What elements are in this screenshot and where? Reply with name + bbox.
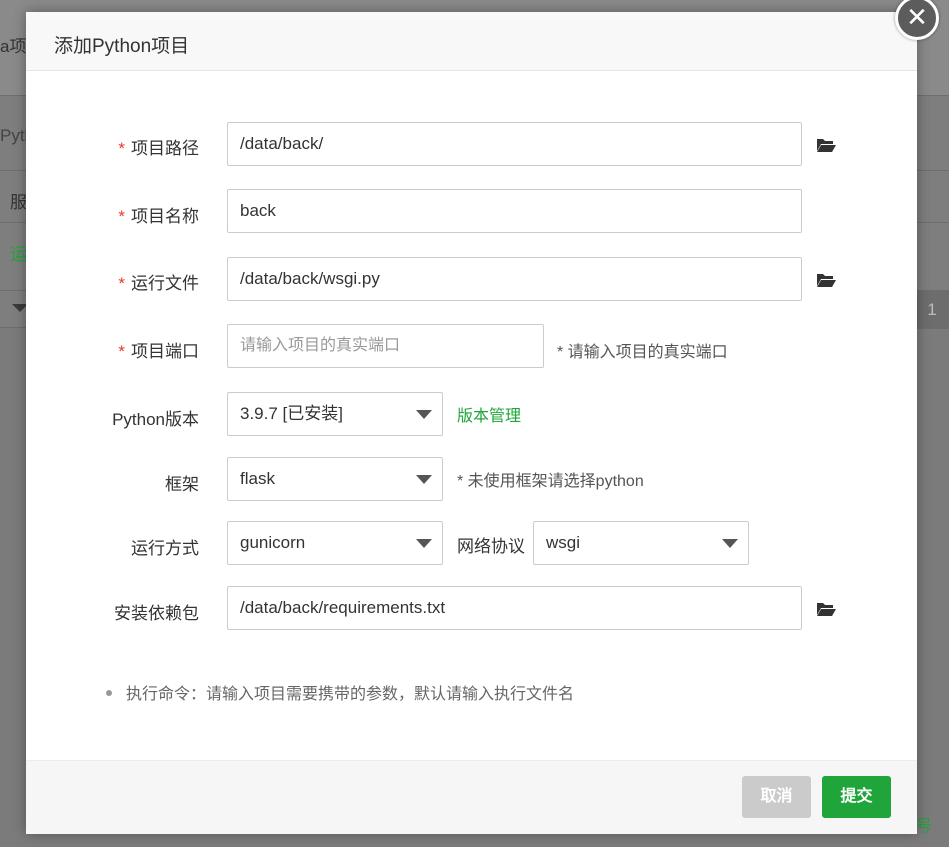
folder-open-icon[interactable] — [816, 272, 836, 288]
chevron-down-icon — [416, 475, 432, 484]
project-path-label: * 项目路径 — [118, 139, 199, 158]
run-mode-select[interactable]: gunicorn — [227, 521, 443, 565]
python-version-label: Python版本 — [112, 410, 199, 429]
framework-hint: * 未使用框架请选择python — [457, 473, 644, 490]
dialog-title: 添加Python项目 — [54, 36, 190, 57]
close-icon: ✕ — [906, 2, 928, 32]
run-file-input[interactable]: /data/back/wsgi.py — [227, 257, 802, 301]
project-name-input[interactable]: back — [227, 189, 802, 233]
folder-open-icon[interactable] — [816, 137, 836, 153]
project-port-label: * 项目端口 — [118, 342, 199, 361]
background-column-header: 服 — [10, 193, 27, 212]
project-path-input[interactable]: /data/back/ — [227, 122, 802, 166]
chevron-down-icon — [722, 539, 738, 548]
chevron-down-icon — [416, 410, 432, 419]
submit-button[interactable]: 提交 — [822, 776, 891, 818]
run-mode-label: 运行方式 — [131, 539, 199, 558]
project-port-hint: * 请输入项目的真实端口 — [557, 344, 728, 361]
background-title: a项 — [0, 37, 27, 56]
install-deps-label: 安装依赖包 — [114, 604, 199, 623]
add-python-project-dialog: 添加Python项目 ✕ * 项目路径 /data/back/ * 项目名称 bac… — [26, 0, 939, 834]
install-deps-input[interactable]: /data/back/requirements.txt — [227, 586, 802, 630]
run-file-label: * 运行文件 — [118, 274, 199, 293]
pagination-page: 1 — [915, 291, 949, 329]
protocol-select[interactable]: wsgi — [533, 521, 749, 565]
protocol-label: 网络协议 — [457, 537, 525, 556]
framework-label: 框架 — [165, 475, 199, 494]
cancel-button[interactable]: 取消 — [742, 776, 811, 818]
framework-select[interactable]: flask — [227, 457, 443, 501]
command-note: 执行命令：请输入项目需要携带的参数，默认请输入执行文件名 — [106, 680, 574, 704]
chevron-down-icon — [416, 539, 432, 548]
dialog-header: 添加Python项目 — [26, 12, 917, 71]
background-status: 运 — [10, 245, 27, 264]
version-manage-link[interactable]: 版本管理 — [457, 402, 521, 426]
project-port-input[interactable]: 请输入项目的真实端口 — [227, 324, 544, 368]
dialog-footer: 取消 提交 — [26, 760, 917, 834]
project-name-label: * 项目名称 — [118, 207, 199, 226]
python-version-select[interactable]: 3.9.7 [已安装] — [227, 392, 443, 436]
folder-open-icon[interactable] — [816, 601, 836, 617]
bullet-icon — [106, 689, 112, 696]
